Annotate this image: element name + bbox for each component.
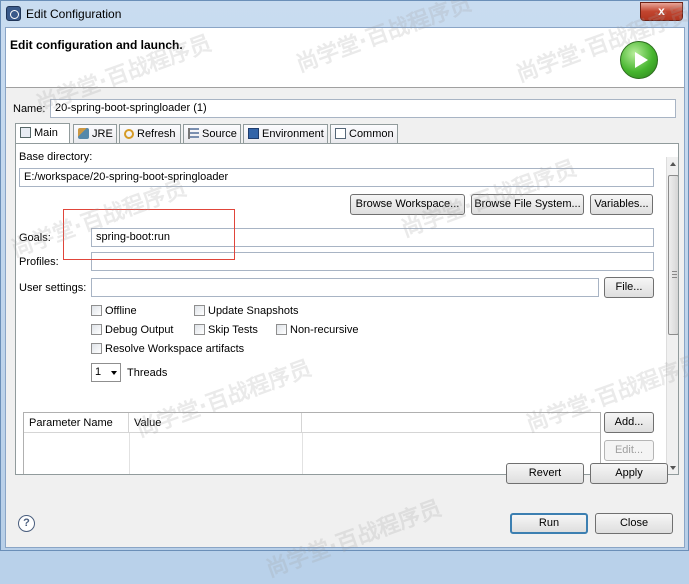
skip-tests-checkbox-box[interactable]	[194, 324, 205, 335]
skip-tests-label: Skip Tests	[208, 324, 258, 336]
dialog-banner: Edit configuration and launch.	[6, 28, 684, 88]
column-parameter-name[interactable]: Parameter Name	[24, 413, 129, 433]
name-label: Name:	[13, 103, 46, 115]
non-recursive-label: Non-recursive	[290, 324, 359, 336]
threads-label: Threads	[127, 367, 168, 379]
window-title: Edit Configuration	[26, 7, 122, 21]
parameters-table-header: Parameter Name Value	[24, 413, 600, 433]
update-snapshots-checkbox[interactable]: Update Snapshots	[194, 305, 299, 317]
skip-tests-checkbox[interactable]: Skip Tests	[194, 324, 258, 336]
dialog-client-area: Edit configuration and launch. Name: 20-…	[5, 27, 685, 548]
run-launch-icon	[620, 41, 658, 79]
base-directory-input[interactable]: E:/workspace/20-spring-boot-springloader	[19, 168, 654, 187]
browse-workspace-button[interactable]: Browse Workspace...	[350, 194, 465, 215]
base-directory-label: Base directory:	[19, 151, 93, 163]
update-snapshots-label: Update Snapshots	[208, 305, 299, 317]
variables-button[interactable]: Variables...	[590, 194, 653, 215]
grip-icon	[672, 271, 677, 278]
tab-main[interactable]: Main	[15, 123, 70, 144]
profiles-label: Profiles:	[19, 256, 59, 268]
tab-environment[interactable]: Environment	[243, 124, 328, 144]
debug-output-label: Debug Output	[105, 324, 174, 336]
scroll-thumb[interactable]	[668, 175, 678, 335]
panel-scrollbar[interactable]	[666, 157, 678, 474]
resolve-workspace-checkbox-box[interactable]	[91, 343, 102, 354]
tab-refresh-label: Refresh	[137, 128, 176, 140]
tab-main-label: Main	[34, 127, 58, 139]
edit-parameter-button[interactable]: Edit...	[604, 440, 654, 461]
chevron-down-icon[interactable]	[111, 371, 117, 375]
tab-common[interactable]: Common	[330, 124, 398, 144]
tab-refresh[interactable]: Refresh	[119, 124, 181, 144]
goals-label: Goals:	[19, 232, 51, 244]
tab-environment-label: Environment	[262, 128, 324, 140]
offline-label: Offline	[105, 305, 137, 317]
offline-checkbox-box[interactable]	[91, 305, 102, 316]
offline-checkbox[interactable]: Offline	[91, 305, 137, 317]
run-button[interactable]: Run	[510, 513, 588, 534]
apply-button[interactable]: Apply	[590, 463, 668, 484]
environment-icon	[248, 128, 259, 139]
update-snapshots-checkbox-box[interactable]	[194, 305, 205, 316]
threads-select[interactable]: 1	[91, 363, 121, 382]
column-value[interactable]: Value	[129, 413, 302, 433]
banner-title: Edit configuration and launch.	[10, 38, 183, 52]
tab-common-label: Common	[349, 128, 394, 140]
configuration-name-input[interactable]: 20-spring-boot-springloader (1)	[50, 99, 676, 118]
jre-icon	[78, 128, 89, 139]
main-tab-panel: Base directory: E:/workspace/20-spring-b…	[15, 143, 679, 475]
close-button[interactable]: Close	[595, 513, 673, 534]
window-app-icon	[6, 6, 21, 21]
debug-output-checkbox-box[interactable]	[91, 324, 102, 335]
scroll-down-icon[interactable]	[670, 466, 676, 470]
tab-source[interactable]: Source	[183, 124, 241, 144]
non-recursive-checkbox[interactable]: Non-recursive	[276, 324, 358, 336]
source-icon	[188, 128, 199, 139]
user-settings-input[interactable]	[91, 278, 599, 297]
common-icon	[335, 128, 346, 139]
resolve-workspace-checkbox[interactable]: Resolve Workspace artifacts	[91, 343, 244, 355]
tab-jre[interactable]: JRE	[73, 124, 117, 144]
non-recursive-checkbox-box[interactable]	[276, 324, 287, 335]
add-parameter-button[interactable]: Add...	[604, 412, 654, 433]
main-tab-icon	[20, 127, 31, 138]
user-settings-file-button[interactable]: File...	[604, 277, 654, 298]
column-divider	[129, 433, 130, 474]
threads-value: 1	[95, 366, 102, 378]
tab-jre-label: JRE	[92, 128, 113, 140]
resolve-workspace-label: Resolve Workspace artifacts	[105, 343, 245, 355]
goals-highlight-box	[63, 209, 235, 260]
user-settings-label: User settings:	[19, 282, 87, 294]
help-icon[interactable]: ?	[18, 515, 35, 532]
column-divider	[302, 433, 303, 474]
refresh-icon	[124, 129, 134, 139]
browse-file-system-button[interactable]: Browse File System...	[471, 194, 584, 215]
debug-output-checkbox[interactable]: Debug Output	[91, 324, 174, 336]
close-window-button[interactable]: x	[640, 2, 683, 21]
title-bar[interactable]: Edit Configuration x	[1, 1, 688, 27]
revert-button[interactable]: Revert	[506, 463, 584, 484]
edit-configuration-window: Edit Configuration x Edit configuration …	[0, 0, 689, 583]
scroll-up-icon[interactable]	[670, 162, 676, 166]
tab-source-label: Source	[202, 128, 237, 140]
